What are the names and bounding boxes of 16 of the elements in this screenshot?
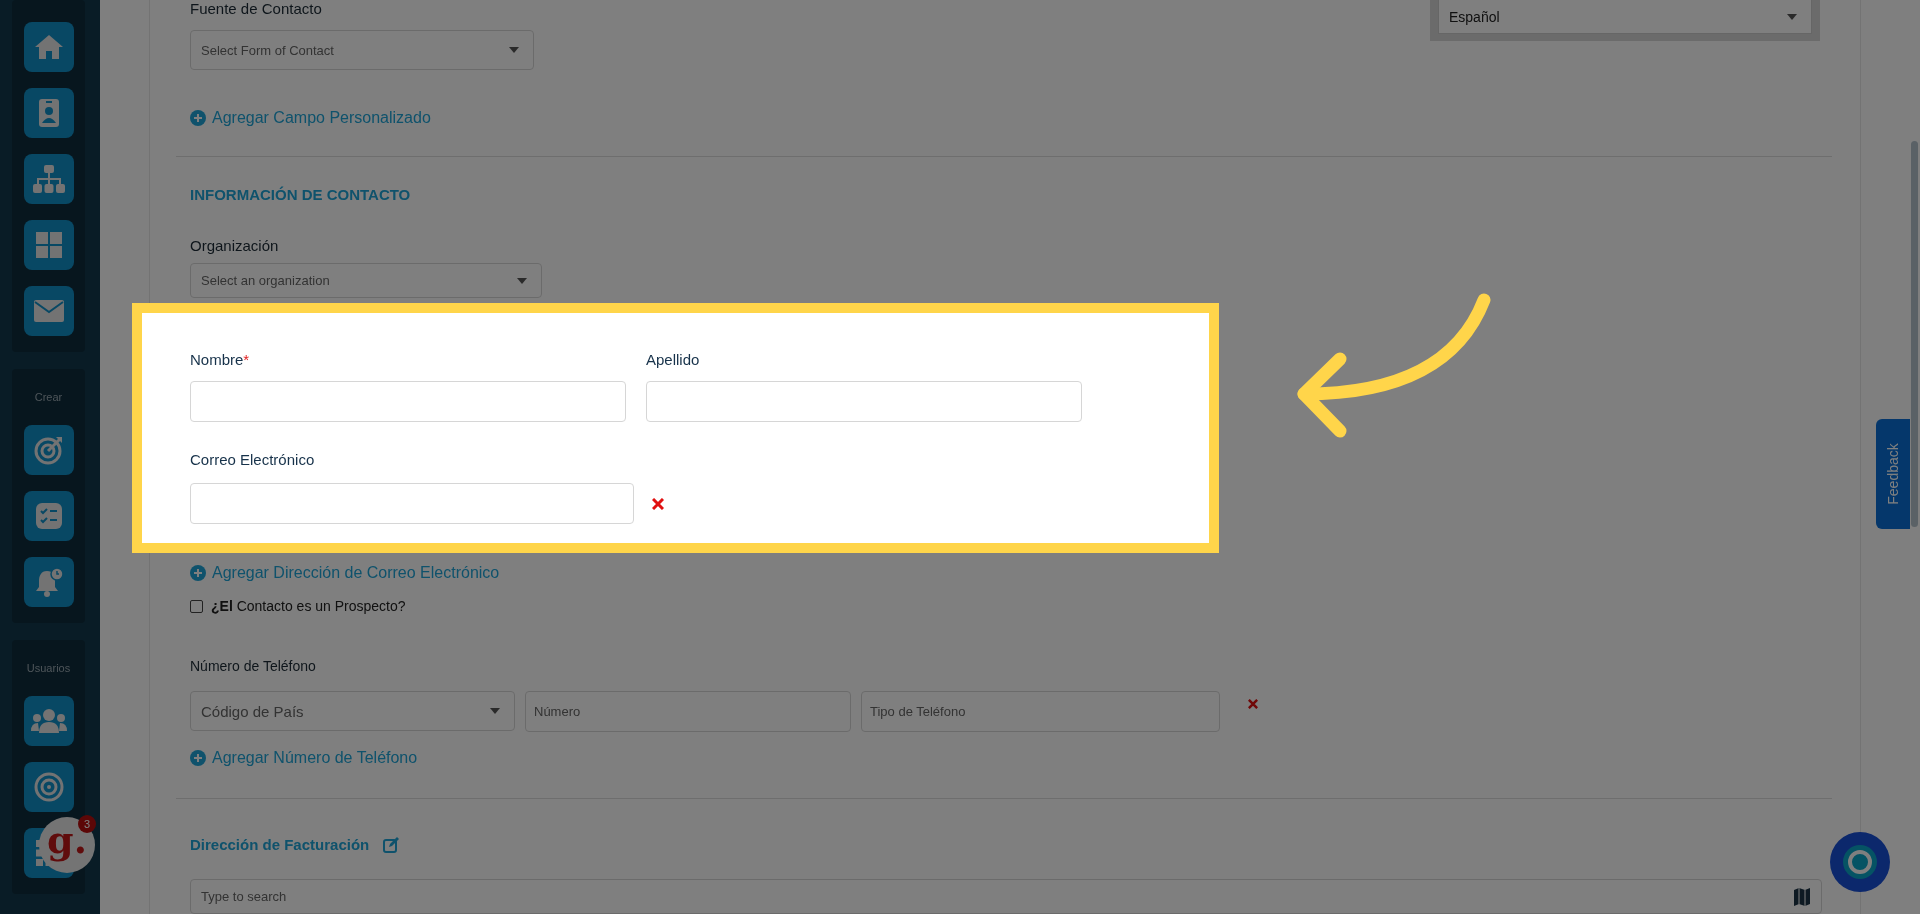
field-label: Organización	[190, 237, 279, 255]
section-title: INFORMACIÓN DE CONTACTO	[190, 185, 411, 205]
select-placeholder: Select an organization	[201, 273, 330, 288]
field-label: Número de Teléfono	[190, 657, 316, 675]
checkbox-label: ¿El Contacto es un Prospecto?	[211, 597, 406, 615]
field-label: Apellido	[646, 351, 701, 369]
nav-section-heading: Crear	[34, 391, 63, 403]
field-label: Correo Electrónico	[190, 451, 316, 469]
section-title: Dirección de Facturación	[190, 835, 370, 855]
field-label: Nombre*	[190, 351, 251, 369]
search-placeholder: Type to search	[201, 889, 287, 904]
select-placeholder: Código de País	[201, 702, 304, 720]
field-label: Fuente de Contacto	[190, 0, 323, 18]
select-placeholder: Select Form of Contact	[201, 42, 334, 58]
select-value: Español	[1449, 8, 1500, 25]
nav-section-heading: Usuarios	[26, 662, 71, 674]
